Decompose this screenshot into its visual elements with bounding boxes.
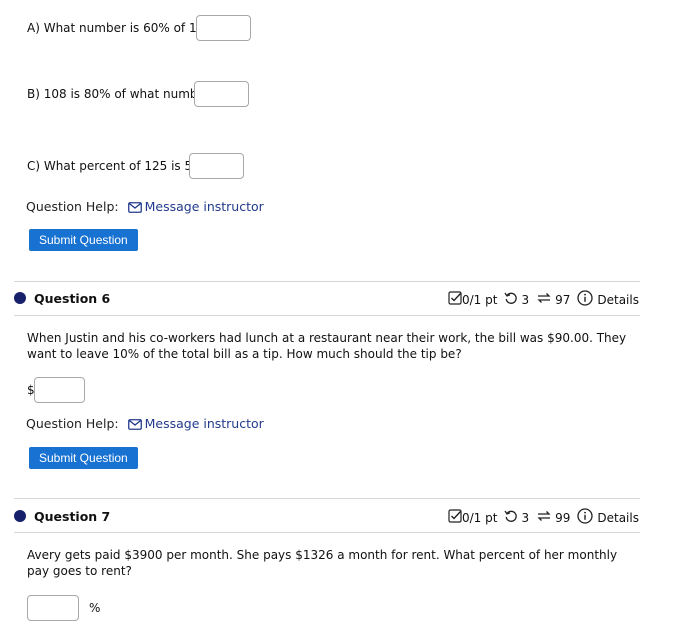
question-7-score: 0/1 pt (462, 510, 498, 525)
question-7-attempts: 99 (555, 510, 571, 525)
score-checkbox-icon (448, 509, 462, 526)
question-7-title: Question 7 (34, 509, 111, 524)
part-a-answer-input[interactable] (196, 15, 251, 41)
attempts-icon (536, 291, 552, 308)
divider (14, 498, 640, 499)
divider (14, 532, 640, 533)
details-info-icon[interactable] (577, 290, 594, 309)
part-a-label: A) What number is 60% of 165? (27, 21, 219, 35)
message-instructor-link[interactable]: Message instructor (145, 416, 264, 431)
message-instructor-link[interactable]: Message instructor (145, 199, 264, 214)
attempts-icon (536, 509, 552, 526)
submit-question-button-q5[interactable]: Submit Question (29, 229, 138, 251)
part-c-answer-input[interactable] (189, 153, 244, 179)
question-7-status-dot (14, 510, 26, 522)
question-6-title: Question 6 (34, 291, 111, 306)
question-6-details-link[interactable]: Details (597, 293, 639, 307)
question-help-label: Question Help: (26, 416, 119, 431)
divider (14, 315, 640, 316)
question-7-meta: 0/1 pt 3 99 Details (448, 508, 639, 527)
retry-icon (504, 291, 518, 308)
part-c-label: C) What percent of 125 is 50? (27, 159, 207, 173)
mail-icon (127, 201, 142, 216)
question-6-score: 0/1 pt (462, 292, 498, 307)
mail-icon (127, 418, 142, 433)
question-help-q5: Question Help: Message instructor (26, 199, 264, 216)
question-6-answer-input[interactable] (34, 377, 85, 403)
percent-suffix: % (89, 601, 101, 615)
divider (14, 281, 640, 282)
question-7-answer-input[interactable] (27, 595, 79, 621)
details-info-icon[interactable] (577, 508, 594, 527)
question-7-retries: 3 (521, 510, 530, 525)
question-7-details-link[interactable]: Details (597, 511, 639, 525)
question-help-q6: Question Help: Message instructor (26, 416, 264, 433)
score-checkbox-icon (448, 291, 462, 308)
question-6-attempts: 97 (555, 292, 571, 307)
part-b-answer-input[interactable] (194, 81, 249, 107)
question-6-retries: 3 (521, 292, 530, 307)
part-b-label: B) 108 is 80% of what number? (27, 87, 217, 101)
question-6-meta: 0/1 pt 3 97 Details (448, 290, 639, 309)
question-6-text: When Justin and his co-workers had lunch… (27, 331, 627, 361)
question-6-status-dot (14, 292, 26, 304)
retry-icon (504, 509, 518, 526)
submit-question-button-q6[interactable]: Submit Question (29, 447, 138, 469)
question-help-label: Question Help: (26, 199, 119, 214)
question-7-text: Avery gets paid $3900 per month. She pay… (27, 548, 618, 578)
